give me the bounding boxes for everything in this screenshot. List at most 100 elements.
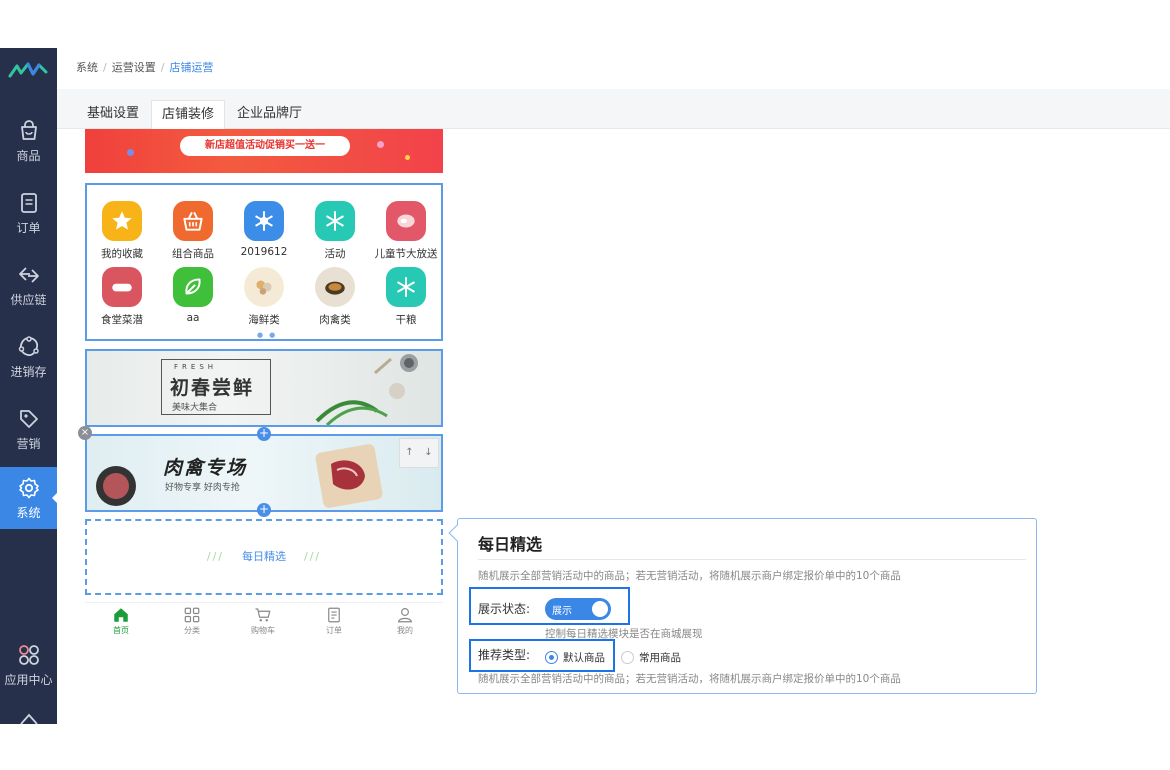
- radio-label: 默认商品: [563, 652, 605, 664]
- add-module-icon[interactable]: +: [257, 503, 271, 517]
- shortcut-label: aa: [186, 312, 200, 324]
- move-controls: ↑ ↓: [399, 438, 439, 468]
- bottom-nav-profile[interactable]: 我的: [385, 606, 425, 636]
- shortcut-item[interactable]: 我的收藏: [87, 201, 157, 261]
- sidebar-item-label: 系统: [16, 505, 41, 520]
- meat-banner-title: 肉禽专场: [163, 457, 248, 479]
- add-module-icon[interactable]: +: [257, 427, 271, 441]
- shortcut-item[interactable]: aa: [158, 267, 228, 324]
- shortcut-icon-module[interactable]: 我的收藏 组合商品 2019612 活动 儿童节大放送 食堂菜潜 aa 海鲜类 …: [85, 183, 443, 341]
- shortcut-label: 组合商品: [172, 248, 214, 260]
- gear-icon: [17, 476, 41, 500]
- home-icon: [114, 608, 128, 622]
- bottom-nav-home[interactable]: 首页: [101, 606, 141, 636]
- sidebar-item-inventory[interactable]: 进销存: [0, 326, 57, 388]
- shortcut-label: 肉禽类: [319, 314, 351, 326]
- app-frame: 商品 订单 供应链 进销存 营销 系统 应用中心 系统 / 运营设置 / 店铺运…: [0, 48, 1170, 724]
- bottom-nav-label: 分类: [184, 626, 200, 635]
- daily-picks-module[interactable]: /// 每日精选 ///: [85, 519, 443, 595]
- snowflake-icon: [244, 201, 284, 241]
- decor-dot: [377, 141, 384, 148]
- tab-store-decoration[interactable]: 店铺装修: [151, 100, 226, 130]
- fresh-banner-label-box: FRESH 初春尝鲜 美味大集合: [161, 359, 271, 415]
- panel-pointer: [448, 524, 466, 542]
- radio-label: 常用商品: [639, 652, 681, 664]
- switch-knob: [592, 601, 608, 617]
- bottom-nav-label: 购物车: [251, 626, 275, 635]
- snowflake-icon: [386, 267, 426, 307]
- radio-circle: [621, 651, 634, 664]
- inventory-icon: [17, 335, 41, 359]
- recommend-type-label: 推荐类型:: [478, 648, 531, 662]
- sidebar-item-label: 应用中心: [4, 672, 53, 687]
- delete-module-icon[interactable]: ×: [78, 426, 92, 440]
- tab-basic-settings[interactable]: 基础设置: [77, 100, 149, 129]
- shortcut-item[interactable]: 干粮: [371, 267, 441, 327]
- more-icon[interactable]: [18, 712, 40, 724]
- sidebar-item-system[interactable]: 系统: [0, 467, 57, 529]
- cart-icon: [255, 608, 271, 622]
- recommend-type-description: 随机展示全部营销活动中的商品；若无营销活动，将随机展示商户绑定报价单中的10个商…: [478, 673, 901, 685]
- sidebar-item-orders[interactable]: 订单: [0, 182, 57, 244]
- shortcut-label: 食堂菜潜: [101, 314, 143, 326]
- page-indicator: ●●: [257, 331, 282, 339]
- breadcrumb-item[interactable]: 运营设置: [112, 61, 156, 74]
- seafood-icon: [244, 267, 284, 307]
- decor-slashes: ///: [206, 550, 224, 563]
- bottom-nav-orders[interactable]: 订单: [314, 606, 354, 636]
- leaf-icon: [173, 267, 213, 307]
- promo-banner-text: 新店超值活动促销买一送一: [180, 136, 350, 156]
- sidebar-item-label: 进销存: [10, 364, 47, 379]
- brand-logo-icon[interactable]: [8, 60, 48, 80]
- shortcut-item[interactable]: 组合商品: [158, 201, 228, 261]
- promo-banner[interactable]: 新店超值活动促销买一送一: [85, 129, 443, 173]
- meat-icon: [386, 201, 426, 241]
- meat-banner-subtitle: 好物专享 好肉专抢: [165, 483, 240, 493]
- shortcut-item[interactable]: 2019612: [229, 201, 299, 258]
- meat-banner[interactable]: 肉禽专场 好物专享 好肉专抢 ↑ ↓: [85, 434, 443, 512]
- panel-title: 每日精选: [478, 535, 543, 554]
- breadcrumb-current: 店铺运营: [169, 61, 214, 74]
- shortcut-item[interactable]: 肉禽类: [300, 267, 370, 327]
- move-down-button[interactable]: ↓: [419, 439, 438, 467]
- active-indicator: [52, 493, 57, 503]
- bottom-nav-category[interactable]: 分类: [172, 606, 212, 636]
- fresh-banner-en: FRESH: [174, 363, 218, 371]
- daily-picks-label: 每日精选: [242, 550, 286, 563]
- sidebar: 商品 订单 供应链 进销存 营销 系统 应用中心: [0, 48, 57, 724]
- sidebar-item-app-center[interactable]: 应用中心: [0, 634, 57, 696]
- pot-illustration-icon: [374, 354, 418, 375]
- module-settings-panel: 每日精选 随机展示全部营销活动中的商品；若无营销活动，将随机展示商户绑定报价单中…: [448, 518, 1037, 694]
- user-icon: [397, 608, 413, 623]
- shortcut-item[interactable]: 海鲜类: [229, 267, 299, 327]
- snowflake-icon: [315, 201, 355, 241]
- category-grid-icon: [184, 607, 200, 623]
- sidebar-item-supply-chain[interactable]: 供应链: [0, 254, 57, 316]
- fresh-banner[interactable]: FRESH 初春尝鲜 美味大集合: [85, 349, 443, 427]
- breadcrumb: 系统 / 运营设置 / 店铺运营: [76, 61, 214, 74]
- pot-illustration-icon: [96, 466, 136, 506]
- shortcut-item[interactable]: 儿童节大放送: [371, 201, 441, 261]
- move-up-button[interactable]: ↑: [400, 439, 419, 467]
- shopping-bag-icon: [17, 119, 41, 143]
- sidebar-item-marketing[interactable]: 营销: [0, 398, 57, 460]
- shortcut-item[interactable]: 食堂菜潜: [87, 267, 157, 327]
- shortcut-item[interactable]: 活动: [300, 201, 370, 261]
- breadcrumb-item[interactable]: 系统: [76, 61, 98, 74]
- display-status-label: 展示状态:: [478, 602, 531, 616]
- decor-dot: [127, 149, 134, 156]
- document-icon: [17, 191, 41, 215]
- basket-icon: [173, 201, 213, 241]
- order-list-icon: [328, 607, 340, 623]
- decor-dot: [405, 155, 410, 160]
- radio-common-products[interactable]: 常用商品: [621, 650, 681, 665]
- shortcut-label: 2019612: [240, 246, 288, 258]
- exchange-arrows-icon: [17, 263, 41, 287]
- sidebar-item-label: 供应链: [10, 292, 47, 307]
- display-status-switch[interactable]: 展示: [545, 598, 611, 620]
- radio-default-products[interactable]: 默认商品: [545, 650, 605, 665]
- sidebar-item-products[interactable]: 商品: [0, 110, 57, 172]
- shortcut-label: 海鲜类: [248, 314, 280, 326]
- bottom-nav-cart[interactable]: 购物车: [243, 606, 283, 636]
- tab-brand-hall[interactable]: 企业品牌厅: [227, 100, 312, 129]
